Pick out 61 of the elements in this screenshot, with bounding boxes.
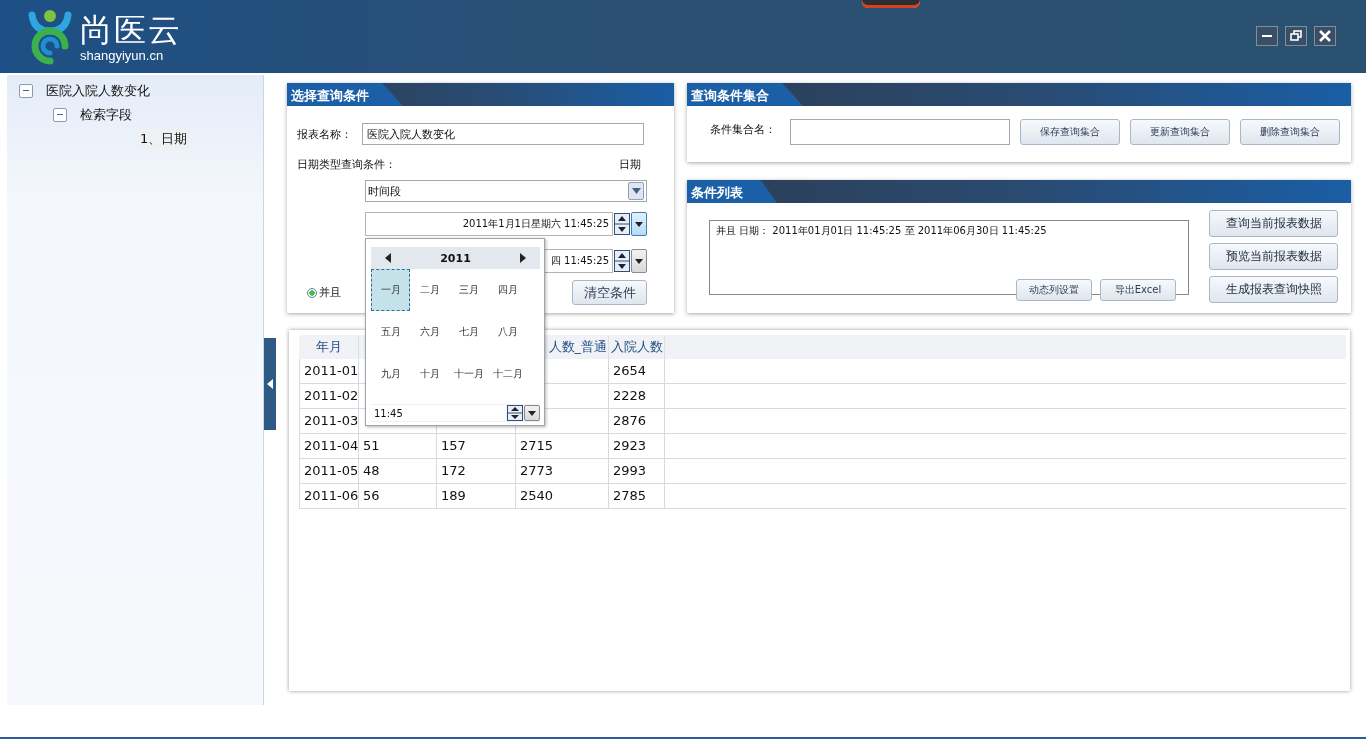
table-cell: 172 <box>437 459 516 484</box>
field-label: 日期类型查询条件： <box>297 157 396 172</box>
month-cell[interactable]: 九月 <box>371 353 410 395</box>
table-cell: 2923 <box>609 434 665 459</box>
table-cell: 2993 <box>609 459 665 484</box>
table-cell: 56 <box>359 484 437 509</box>
month-cell[interactable]: 二月 <box>410 269 449 311</box>
calendar-year[interactable]: 2011 <box>440 251 471 265</box>
table-cell: 2785 <box>609 484 665 509</box>
table-cell: 2715 <box>516 434 609 459</box>
range-type-dropdown[interactable]: 时间段 <box>365 180 647 202</box>
list-action-button[interactable]: 动态列设置 <box>1016 279 1092 301</box>
month-cell[interactable]: 十月 <box>410 353 449 395</box>
report-name-field[interactable]: 医院入院人数变化 <box>362 123 644 145</box>
tree-item[interactable]: 检索字段 <box>77 105 135 125</box>
panel-title: 条件列表 <box>687 180 777 203</box>
table-cell: 2011-04 <box>299 434 359 459</box>
month-cell[interactable]: 一月 <box>371 269 410 311</box>
panel-title: 选择查询条件 <box>287 83 403 106</box>
time-field[interactable]: 11:45 <box>371 405 506 421</box>
set-action-button[interactable]: 更新查询集合 <box>1130 119 1230 145</box>
set-action-button[interactable]: 删除查询集合 <box>1240 119 1340 145</box>
column-header: 年月 <box>299 335 359 359</box>
month-cell[interactable]: 三月 <box>449 269 488 311</box>
column-header: 入院人数 <box>609 335 665 359</box>
month-cell[interactable]: 四月 <box>488 269 527 311</box>
tree-item[interactable]: 医院入院人数变化 <box>43 81 153 101</box>
table-cell: 51 <box>359 434 437 459</box>
panel-title: 查询条件集合 <box>687 83 803 106</box>
condition-text: 并且 日期： 2011年01月01日 11:45:25 至 2011年06月30日 11:45:25 <box>716 225 1047 236</box>
logic-radio[interactable]: 并且 <box>307 285 341 300</box>
table-cell: 2876 <box>609 409 665 434</box>
report-action-button[interactable]: 查询当前报表数据 <box>1209 210 1338 237</box>
list-action-button[interactable]: 导出Excel <box>1100 279 1176 301</box>
table-cell: 2540 <box>516 484 609 509</box>
field-label: 条件集合名： <box>710 121 776 137</box>
month-cell[interactable]: 七月 <box>449 311 488 353</box>
logo-subtitle: shangyiyun.cn <box>80 47 165 63</box>
table-cell: 2773 <box>516 459 609 484</box>
table-cell: 2011-03 <box>299 409 359 434</box>
table-cell: 157 <box>437 434 516 459</box>
logo-text: 尚医云 <box>80 11 182 48</box>
table-cell: 48 <box>359 459 437 484</box>
month-cell[interactable]: 六月 <box>410 311 449 353</box>
field-label: 报表名称： <box>297 126 352 142</box>
month-cell[interactable]: 十一月 <box>449 353 488 395</box>
start-date-field[interactable]: 2011年1月1日星期六 11:45:25 <box>365 212 613 236</box>
month-cell[interactable]: 五月 <box>371 311 410 353</box>
table-cell: 2011-06 <box>299 484 359 509</box>
tree-item[interactable]: 1、日期 <box>137 129 191 149</box>
table-cell: 2011-02 <box>299 384 359 409</box>
table-cell: 189 <box>437 484 516 509</box>
report-action-button[interactable]: 预览当前报表数据 <box>1209 243 1338 270</box>
table-cell: 2011-01 <box>299 359 359 384</box>
table-cell: 2228 <box>609 384 665 409</box>
field-label: 日期 <box>619 157 641 172</box>
report-action-button[interactable]: 生成报表查询快照 <box>1209 276 1338 303</box>
table-cell: 2011-05 <box>299 459 359 484</box>
table-cell: 2654 <box>609 359 665 384</box>
set-action-button[interactable]: 保存查询集合 <box>1020 119 1120 145</box>
clear-button[interactable]: 清空条件 <box>572 280 647 305</box>
